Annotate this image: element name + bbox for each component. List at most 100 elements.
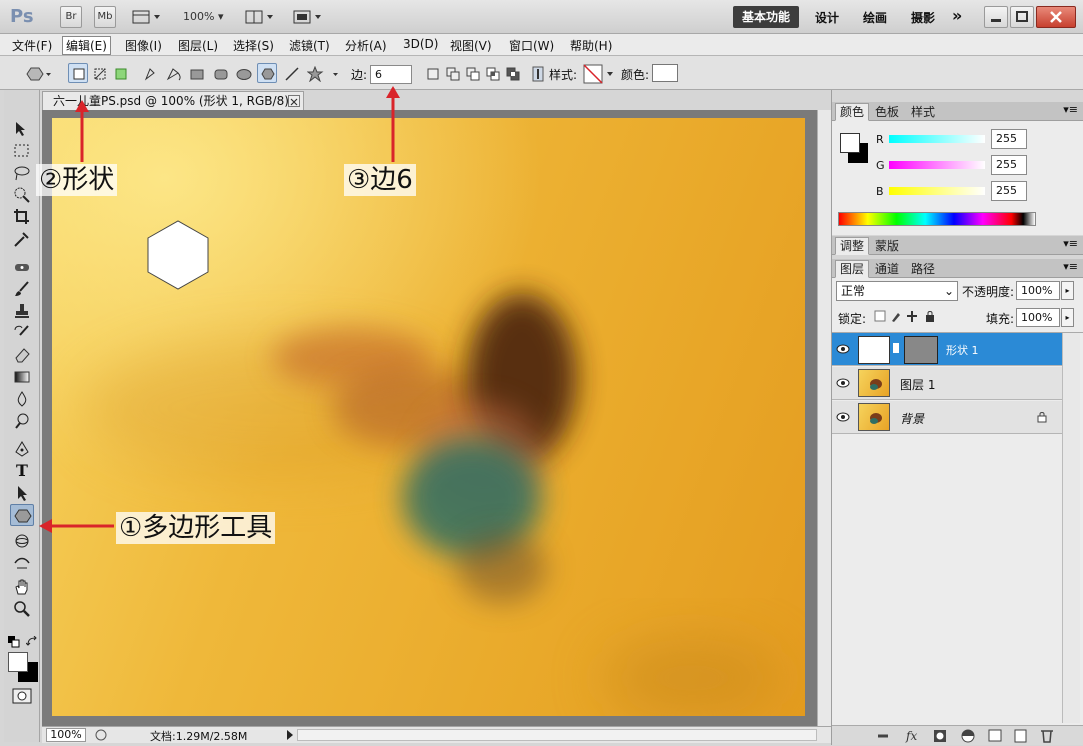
move-tool[interactable] bbox=[10, 118, 34, 140]
screen-mode-icon[interactable] bbox=[293, 10, 323, 24]
3d-camera-tool[interactable] bbox=[10, 552, 34, 574]
b-input[interactable]: 255 bbox=[991, 181, 1027, 201]
tab-swatches[interactable]: 色板 bbox=[870, 103, 904, 121]
tab-layers[interactable]: 图层 bbox=[835, 260, 870, 278]
panel-menu-icon[interactable]: ▾≡ bbox=[1063, 237, 1078, 250]
line-option[interactable] bbox=[281, 63, 301, 83]
layer-row-background[interactable]: 背景 bbox=[832, 401, 1062, 434]
history-brush-tool[interactable] bbox=[10, 322, 34, 344]
fill-slider-button[interactable]: ▸ bbox=[1061, 308, 1074, 327]
color-ramp[interactable] bbox=[838, 212, 1036, 226]
visibility-eye-icon[interactable] bbox=[836, 342, 850, 356]
tab-color[interactable]: 颜色 bbox=[835, 103, 870, 121]
workspace-design[interactable]: 设计 bbox=[815, 9, 839, 26]
workspace-painting[interactable]: 绘画 bbox=[863, 9, 887, 26]
mini-bridge-button[interactable]: Mb bbox=[94, 6, 116, 28]
b-slider[interactable] bbox=[889, 187, 985, 195]
menu-select[interactable]: 选择(S) bbox=[233, 37, 274, 54]
shape-layers-mode-button[interactable] bbox=[68, 63, 88, 83]
close-button[interactable] bbox=[1036, 6, 1076, 28]
add-to-shape-button[interactable] bbox=[442, 63, 462, 83]
eraser-tool[interactable] bbox=[10, 344, 34, 366]
r-input[interactable]: 255 bbox=[991, 129, 1027, 149]
paths-mode-button[interactable] bbox=[89, 63, 109, 83]
custom-shape-option[interactable] bbox=[304, 63, 342, 83]
pen-tool-option[interactable] bbox=[140, 63, 160, 83]
foreground-color-swatch[interactable] bbox=[8, 652, 28, 672]
fill-pixels-mode-button[interactable] bbox=[110, 63, 130, 83]
swap-colors-icon[interactable] bbox=[25, 635, 38, 648]
zoom-tool[interactable] bbox=[10, 598, 34, 620]
link-style-button[interactable] bbox=[527, 63, 547, 83]
hand-tool[interactable] bbox=[10, 576, 34, 598]
opacity-slider-button[interactable]: ▸ bbox=[1061, 281, 1074, 300]
new-shape-layer-button[interactable] bbox=[422, 63, 442, 83]
brush-tool[interactable] bbox=[10, 278, 34, 300]
style-picker[interactable] bbox=[583, 64, 617, 84]
path-selection-tool[interactable] bbox=[10, 482, 34, 504]
tab-adjustments[interactable]: 调整 bbox=[835, 237, 870, 255]
document-canvas[interactable] bbox=[52, 118, 805, 716]
exclude-shape-button[interactable] bbox=[502, 63, 522, 83]
crop-tool[interactable] bbox=[10, 206, 34, 228]
spot-healing-tool[interactable] bbox=[10, 256, 34, 278]
blend-mode-select[interactable]: 正常 ⌄ bbox=[836, 281, 958, 301]
visibility-eye-icon[interactable] bbox=[836, 410, 850, 424]
lock-icons[interactable] bbox=[874, 310, 944, 324]
quick-mask-button[interactable] bbox=[12, 688, 32, 704]
3d-rotate-tool[interactable] bbox=[10, 530, 34, 552]
g-input[interactable]: 255 bbox=[991, 155, 1027, 175]
visibility-eye-icon[interactable] bbox=[836, 376, 850, 390]
ellipse-option[interactable] bbox=[233, 63, 253, 83]
polygon-option[interactable] bbox=[257, 63, 277, 83]
rectangle-option[interactable] bbox=[186, 63, 206, 83]
menu-file[interactable]: 文件(F) bbox=[12, 37, 52, 54]
horizontal-scrollbar[interactable] bbox=[297, 729, 817, 741]
bridge-button[interactable]: Br bbox=[60, 6, 82, 28]
panel-menu-icon[interactable]: ▾≡ bbox=[1063, 103, 1078, 116]
g-slider[interactable] bbox=[889, 161, 985, 169]
panel-foreground-swatch[interactable] bbox=[840, 133, 860, 153]
dodge-tool[interactable] bbox=[10, 410, 34, 432]
polygon-tool[interactable] bbox=[10, 504, 34, 526]
rounded-rectangle-option[interactable] bbox=[210, 63, 230, 83]
pen-tool[interactable] bbox=[10, 438, 34, 460]
intersect-shape-button[interactable] bbox=[482, 63, 502, 83]
type-tool[interactable]: T bbox=[10, 460, 34, 482]
menu-analysis[interactable]: 分析(A) bbox=[345, 37, 387, 54]
lasso-tool[interactable] bbox=[10, 162, 34, 184]
workspace-essentials[interactable]: 基本功能 bbox=[733, 6, 799, 28]
status-menu-arrow[interactable] bbox=[285, 729, 295, 741]
tab-paths[interactable]: 路径 bbox=[906, 260, 940, 278]
subtract-shape-button[interactable] bbox=[462, 63, 482, 83]
opacity-input[interactable]: 100% bbox=[1016, 281, 1060, 300]
clone-stamp-tool[interactable] bbox=[10, 300, 34, 322]
maximize-button[interactable] bbox=[1010, 6, 1034, 28]
menu-help[interactable]: 帮助(H) bbox=[570, 37, 612, 54]
menu-layer[interactable]: 图层(L) bbox=[178, 37, 218, 54]
view-extras-icon[interactable] bbox=[132, 10, 162, 24]
eyedropper-tool[interactable] bbox=[10, 228, 34, 250]
menu-filter[interactable]: 滤镜(T) bbox=[289, 37, 330, 54]
menu-view[interactable]: 视图(V) bbox=[450, 37, 492, 54]
layers-scrollbar[interactable] bbox=[1062, 333, 1080, 723]
zoom-field[interactable]: 100% bbox=[46, 728, 86, 742]
menu-image[interactable]: 图像(I) bbox=[125, 37, 162, 54]
close-document-button[interactable] bbox=[288, 95, 300, 107]
tool-preset-picker[interactable] bbox=[20, 63, 52, 83]
default-colors-icon[interactable] bbox=[8, 636, 20, 648]
marquee-tool[interactable] bbox=[10, 140, 34, 162]
vertical-scrollbar[interactable] bbox=[817, 110, 831, 726]
freeform-pen-option[interactable] bbox=[163, 63, 183, 83]
gradient-tool[interactable] bbox=[10, 366, 34, 388]
blur-tool[interactable] bbox=[10, 388, 34, 410]
r-slider[interactable] bbox=[889, 135, 985, 143]
menu-window[interactable]: 窗口(W) bbox=[509, 37, 554, 54]
layer-row-layer1[interactable]: 图层 1 bbox=[832, 367, 1062, 400]
zoom-level-dropdown[interactable]: 100% ▾ bbox=[183, 10, 223, 23]
fill-input[interactable]: 100% bbox=[1016, 308, 1060, 327]
layer-row-shape1[interactable]: 形状 1 bbox=[832, 333, 1062, 366]
menu-3d[interactable]: 3D(D) bbox=[403, 37, 438, 51]
arrange-documents-icon[interactable] bbox=[245, 10, 275, 24]
status-info-icon[interactable] bbox=[94, 728, 108, 742]
